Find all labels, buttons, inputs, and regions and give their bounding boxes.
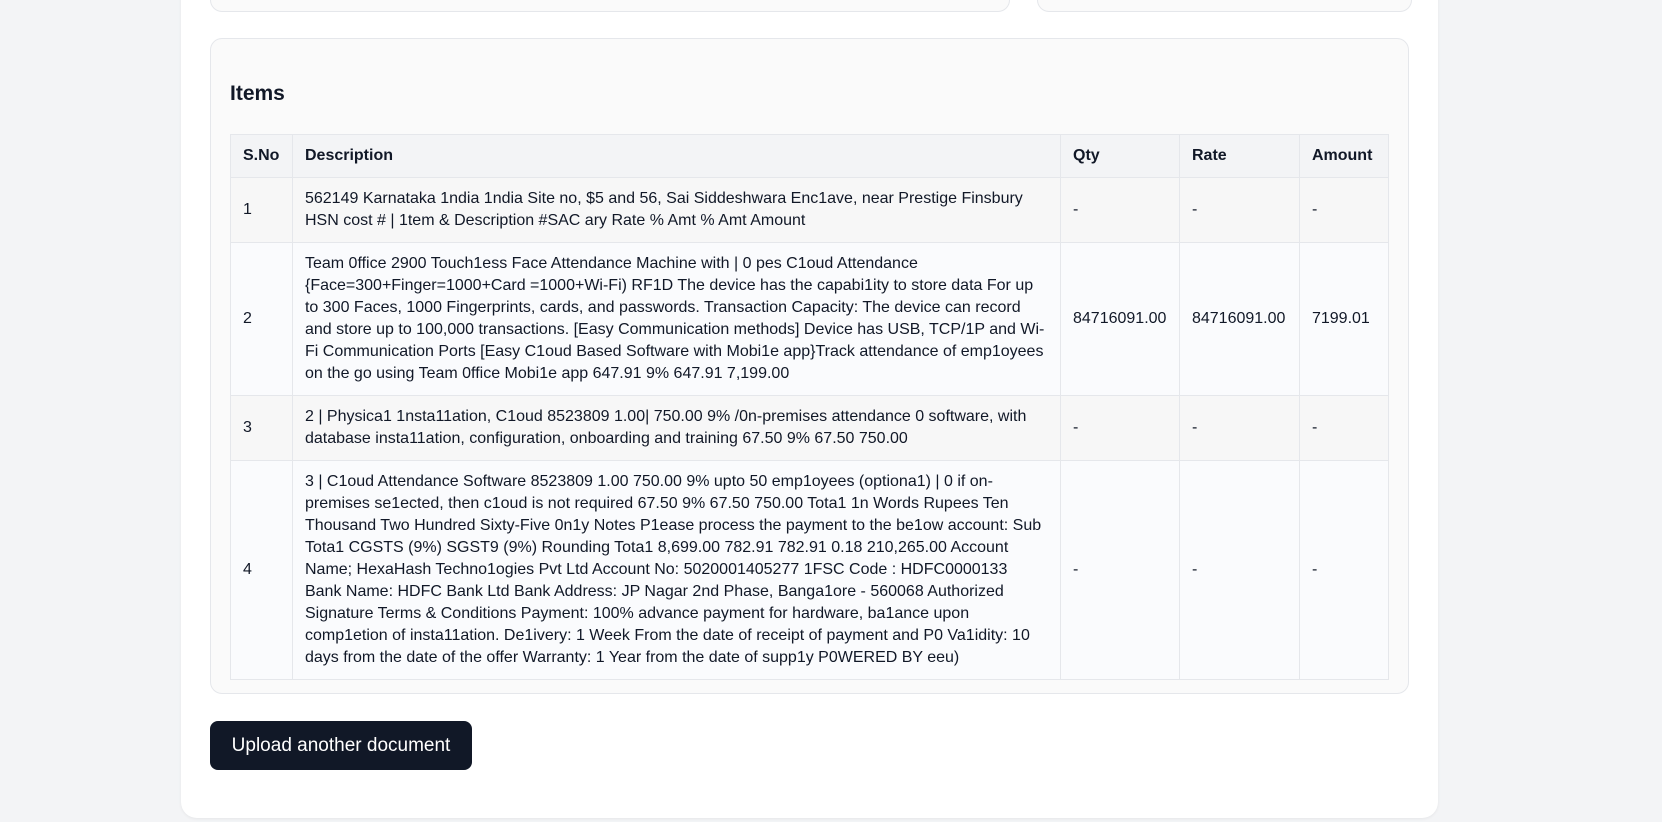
table-row: 3 2 | Physica1 1nsta11ation, C1oud 85238…: [230, 395, 1390, 461]
column-header-rate: Rate: [1178, 134, 1300, 178]
items-table: S.No Description Qty Rate Amount 1 56214…: [230, 134, 1390, 680]
cell-sno: 1: [230, 177, 293, 243]
cell-qty: 84716091.00: [1060, 242, 1180, 396]
column-header-sno: S.No: [230, 134, 293, 178]
table-row: 2 Team 0ffice 2900 Touch1ess Face Attend…: [230, 242, 1390, 396]
table-row: 4 3 | C1oud Attendance Software 8523809 …: [230, 460, 1390, 680]
upload-another-document-button[interactable]: Upload another document: [210, 721, 472, 770]
cell-rate: -: [1178, 460, 1300, 680]
cell-description: 2 | Physica1 1nsta11ation, C1oud 8523809…: [291, 395, 1062, 461]
cell-rate: -: [1178, 395, 1300, 461]
top-right-panel: [1037, 0, 1412, 12]
cell-sno: 4: [230, 460, 293, 680]
cell-description: 3 | C1oud Attendance Software 8523809 1.…: [291, 460, 1062, 680]
cell-rate: -: [1178, 177, 1300, 243]
cell-qty: -: [1060, 177, 1180, 243]
cell-rate: 84716091.00: [1178, 242, 1300, 396]
items-card: Items S.No Description Qty Rate Amount 1…: [210, 38, 1409, 694]
cell-amount: -: [1298, 395, 1390, 461]
column-header-qty: Qty: [1060, 134, 1180, 178]
table-row: 1 562149 Karnataka 1ndia 1ndia Site no, …: [230, 177, 1390, 243]
cell-amount: -: [1298, 460, 1390, 680]
cell-amount: -: [1298, 177, 1390, 243]
cell-sno: 2: [230, 242, 293, 396]
items-title: Items: [230, 82, 285, 105]
top-left-panel: [210, 0, 1010, 12]
cell-sno: 3: [230, 395, 293, 461]
cell-description: 562149 Karnataka 1ndia 1ndia Site no, $5…: [291, 177, 1062, 243]
cell-qty: -: [1060, 460, 1180, 680]
cell-description: Team 0ffice 2900 Touch1ess Face Attendan…: [291, 242, 1062, 396]
column-header-amount: Amount: [1298, 134, 1390, 178]
table-header-row: S.No Description Qty Rate Amount: [230, 134, 1390, 178]
cell-qty: -: [1060, 395, 1180, 461]
column-header-description: Description: [291, 134, 1062, 178]
cell-amount: 7199.01: [1298, 242, 1390, 396]
